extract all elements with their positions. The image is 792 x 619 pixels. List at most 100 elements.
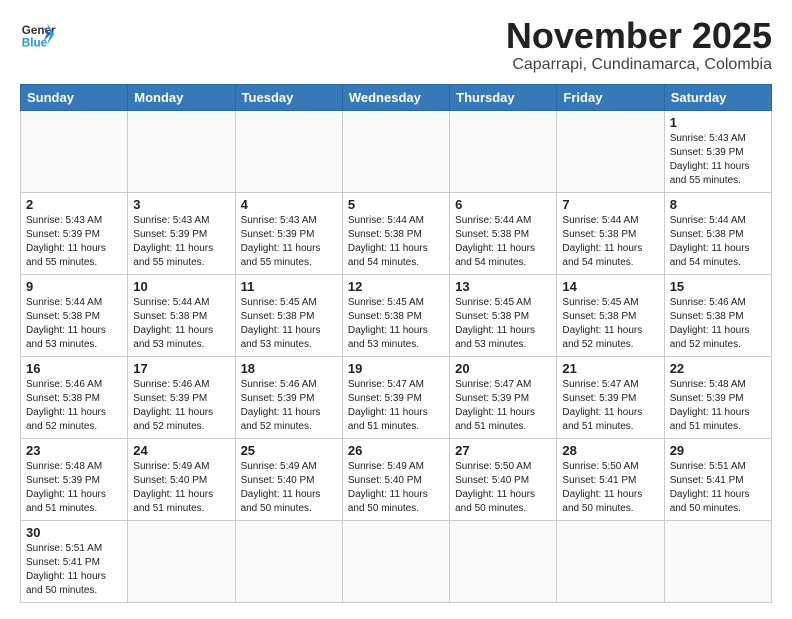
calendar-cell: 21Sunrise: 5:47 AM Sunset: 5:39 PM Dayli… (557, 356, 664, 438)
calendar-cell: 9 Sunrise: 5:44 AM Sunset: 5:38 PM Daylig… (21, 274, 128, 356)
cell-content: Sunrise: 5:51 AM Sunset: 5:41 PM Dayligh… (26, 542, 122, 598)
calendar-cell: 3Sunrise: 5:43 AM Sunset: 5:39 PM Daylig… (128, 192, 235, 274)
cell-content: Sunrise: 5:43 AM Sunset: 5:39 PM Dayligh… (133, 214, 229, 270)
calendar-cell: 22 Sunrise: 5:48 AM Sunset: 5:39 PM Dayli… (664, 356, 771, 438)
day-number: 22 (670, 361, 766, 376)
day-of-week-header: Wednesday (342, 84, 449, 110)
day-number: 8 (670, 197, 766, 212)
day-number: 2 (26, 197, 122, 212)
cell-content: Sunrise: 5:47 AM Sunset: 5:39 PM Dayligh… (455, 378, 551, 434)
cell-content: Sunrise: 5:51 AM Sunset: 5:41 PM Dayligh… (670, 460, 766, 516)
calendar-week-row: 9 Sunrise: 5:44 AM Sunset: 5:38 PM Daylig… (21, 274, 772, 356)
cell-content: Sunrise: 5:44 AM Sunset: 5:38 PM Dayligh… (562, 214, 658, 270)
day-number: 26 (348, 443, 444, 458)
calendar-cell (235, 110, 342, 192)
day-number: 15 (670, 279, 766, 294)
calendar-cell: 20 Sunrise: 5:47 AM Sunset: 5:39 PM Dayli… (450, 356, 557, 438)
day-number: 4 (241, 197, 337, 212)
calendar-cell (664, 520, 771, 602)
calendar-cell: 13 Sunrise: 5:45 AM Sunset: 5:38 PM Dayli… (450, 274, 557, 356)
calendar-cell (342, 520, 449, 602)
day-number: 13 (455, 279, 551, 294)
calendar-cell: 10 Sunrise: 5:44 AM Sunset: 5:38 PM Dayli… (128, 274, 235, 356)
day-number: 6 (455, 197, 551, 212)
day-number: 30 (26, 525, 122, 540)
calendar-cell: 5Sunrise: 5:44 AM Sunset: 5:38 PM Daylig… (342, 192, 449, 274)
calendar-cell: 16Sunrise: 5:46 AM Sunset: 5:38 PM Dayli… (21, 356, 128, 438)
cell-content: Sunrise: 5:45 AM Sunset: 5:38 PM Dayligh… (562, 296, 658, 352)
day-number: 21 (562, 361, 658, 376)
cell-content: Sunrise: 5:48 AM Sunset: 5:39 PM Dayligh… (26, 460, 122, 516)
cell-content: Sunrise: 5:45 AM Sunset: 5:38 PM Dayligh… (241, 296, 337, 352)
day-of-week-header: Monday (128, 84, 235, 110)
calendar-cell: 23 Sunrise: 5:48 AM Sunset: 5:39 PM Dayli… (21, 438, 128, 520)
day-number: 12 (348, 279, 444, 294)
calendar-week-row: 1 Sunrise: 5:43 AM Sunset: 5:39 PM Daylig… (21, 110, 772, 192)
day-number: 7 (562, 197, 658, 212)
cell-content: Sunrise: 5:44 AM Sunset: 5:38 PM Dayligh… (670, 214, 766, 270)
calendar-week-row: 2 Sunrise: 5:43 AM Sunset: 5:39 PM Daylig… (21, 192, 772, 274)
cell-content: Sunrise: 5:50 AM Sunset: 5:40 PM Dayligh… (455, 460, 551, 516)
day-number: 28 (562, 443, 658, 458)
cell-content: Sunrise: 5:47 AM Sunset: 5:39 PM Dayligh… (348, 378, 444, 434)
cell-content: Sunrise: 5:43 AM Sunset: 5:39 PM Dayligh… (670, 132, 766, 188)
logo-icon: General Blue (20, 16, 56, 52)
cell-content: Sunrise: 5:43 AM Sunset: 5:39 PM Dayligh… (241, 214, 337, 270)
day-number: 27 (455, 443, 551, 458)
calendar-cell: 15 Sunrise: 5:46 AM Sunset: 5:38 PM Dayli… (664, 274, 771, 356)
calendar-cell: 4 Sunrise: 5:43 AM Sunset: 5:39 PM Daylig… (235, 192, 342, 274)
day-number: 24 (133, 443, 229, 458)
cell-content: Sunrise: 5:43 AM Sunset: 5:39 PM Dayligh… (26, 214, 122, 270)
calendar-cell (557, 520, 664, 602)
calendar-cell: 19 Sunrise: 5:47 AM Sunset: 5:39 PM Dayli… (342, 356, 449, 438)
calendar-cell (128, 110, 235, 192)
calendar-cell: 6 Sunrise: 5:44 AM Sunset: 5:38 PM Daylig… (450, 192, 557, 274)
cell-content: Sunrise: 5:45 AM Sunset: 5:38 PM Dayligh… (455, 296, 551, 352)
calendar-header-row: SundayMondayTuesdayWednesdayThursdayFrid… (21, 84, 772, 110)
svg-text:Blue: Blue (22, 37, 48, 50)
cell-content: Sunrise: 5:46 AM Sunset: 5:38 PM Dayligh… (670, 296, 766, 352)
day-of-week-header: Tuesday (235, 84, 342, 110)
day-number: 20 (455, 361, 551, 376)
day-number: 10 (133, 279, 229, 294)
calendar-cell: 12 Sunrise: 5:45 AM Sunset: 5:38 PM Dayli… (342, 274, 449, 356)
logo: General Blue (20, 16, 56, 52)
cell-content: Sunrise: 5:46 AM Sunset: 5:39 PM Dayligh… (133, 378, 229, 434)
calendar-body: 1 Sunrise: 5:43 AM Sunset: 5:39 PM Daylig… (21, 110, 772, 602)
day-of-week-header: Friday (557, 84, 664, 110)
cell-content: Sunrise: 5:49 AM Sunset: 5:40 PM Dayligh… (348, 460, 444, 516)
day-number: 17 (133, 361, 229, 376)
day-number: 29 (670, 443, 766, 458)
calendar: SundayMondayTuesdayWednesdayThursdayFrid… (20, 84, 772, 603)
cell-content: Sunrise: 5:44 AM Sunset: 5:38 PM Dayligh… (133, 296, 229, 352)
calendar-cell: 28Sunrise: 5:50 AM Sunset: 5:41 PM Dayli… (557, 438, 664, 520)
day-number: 11 (241, 279, 337, 294)
cell-content: Sunrise: 5:44 AM Sunset: 5:38 PM Dayligh… (455, 214, 551, 270)
cell-content: Sunrise: 5:45 AM Sunset: 5:38 PM Dayligh… (348, 296, 444, 352)
day-number: 1 (670, 115, 766, 130)
day-number: 9 (26, 279, 122, 294)
day-number: 19 (348, 361, 444, 376)
calendar-cell (21, 110, 128, 192)
calendar-cell: 30 Sunrise: 5:51 AM Sunset: 5:41 PM Dayli… (21, 520, 128, 602)
calendar-cell: 1 Sunrise: 5:43 AM Sunset: 5:39 PM Daylig… (664, 110, 771, 192)
day-number: 18 (241, 361, 337, 376)
calendar-cell (128, 520, 235, 602)
day-of-week-header: Sunday (21, 84, 128, 110)
calendar-cell: 25Sunrise: 5:49 AM Sunset: 5:40 PM Dayli… (235, 438, 342, 520)
calendar-cell: 14 Sunrise: 5:45 AM Sunset: 5:38 PM Dayli… (557, 274, 664, 356)
calendar-cell (557, 110, 664, 192)
calendar-week-row: 23 Sunrise: 5:48 AM Sunset: 5:39 PM Dayli… (21, 438, 772, 520)
cell-content: Sunrise: 5:46 AM Sunset: 5:39 PM Dayligh… (241, 378, 337, 434)
day-number: 5 (348, 197, 444, 212)
day-number: 14 (562, 279, 658, 294)
calendar-cell: 29 Sunrise: 5:51 AM Sunset: 5:41 PM Dayli… (664, 438, 771, 520)
cell-content: Sunrise: 5:44 AM Sunset: 5:38 PM Dayligh… (26, 296, 122, 352)
calendar-cell (450, 520, 557, 602)
day-number: 23 (26, 443, 122, 458)
calendar-cell: 26 Sunrise: 5:49 AM Sunset: 5:40 PM Dayli… (342, 438, 449, 520)
cell-content: Sunrise: 5:48 AM Sunset: 5:39 PM Dayligh… (670, 378, 766, 434)
day-number: 25 (241, 443, 337, 458)
day-of-week-header: Thursday (450, 84, 557, 110)
calendar-cell: 8 Sunrise: 5:44 AM Sunset: 5:38 PM Daylig… (664, 192, 771, 274)
